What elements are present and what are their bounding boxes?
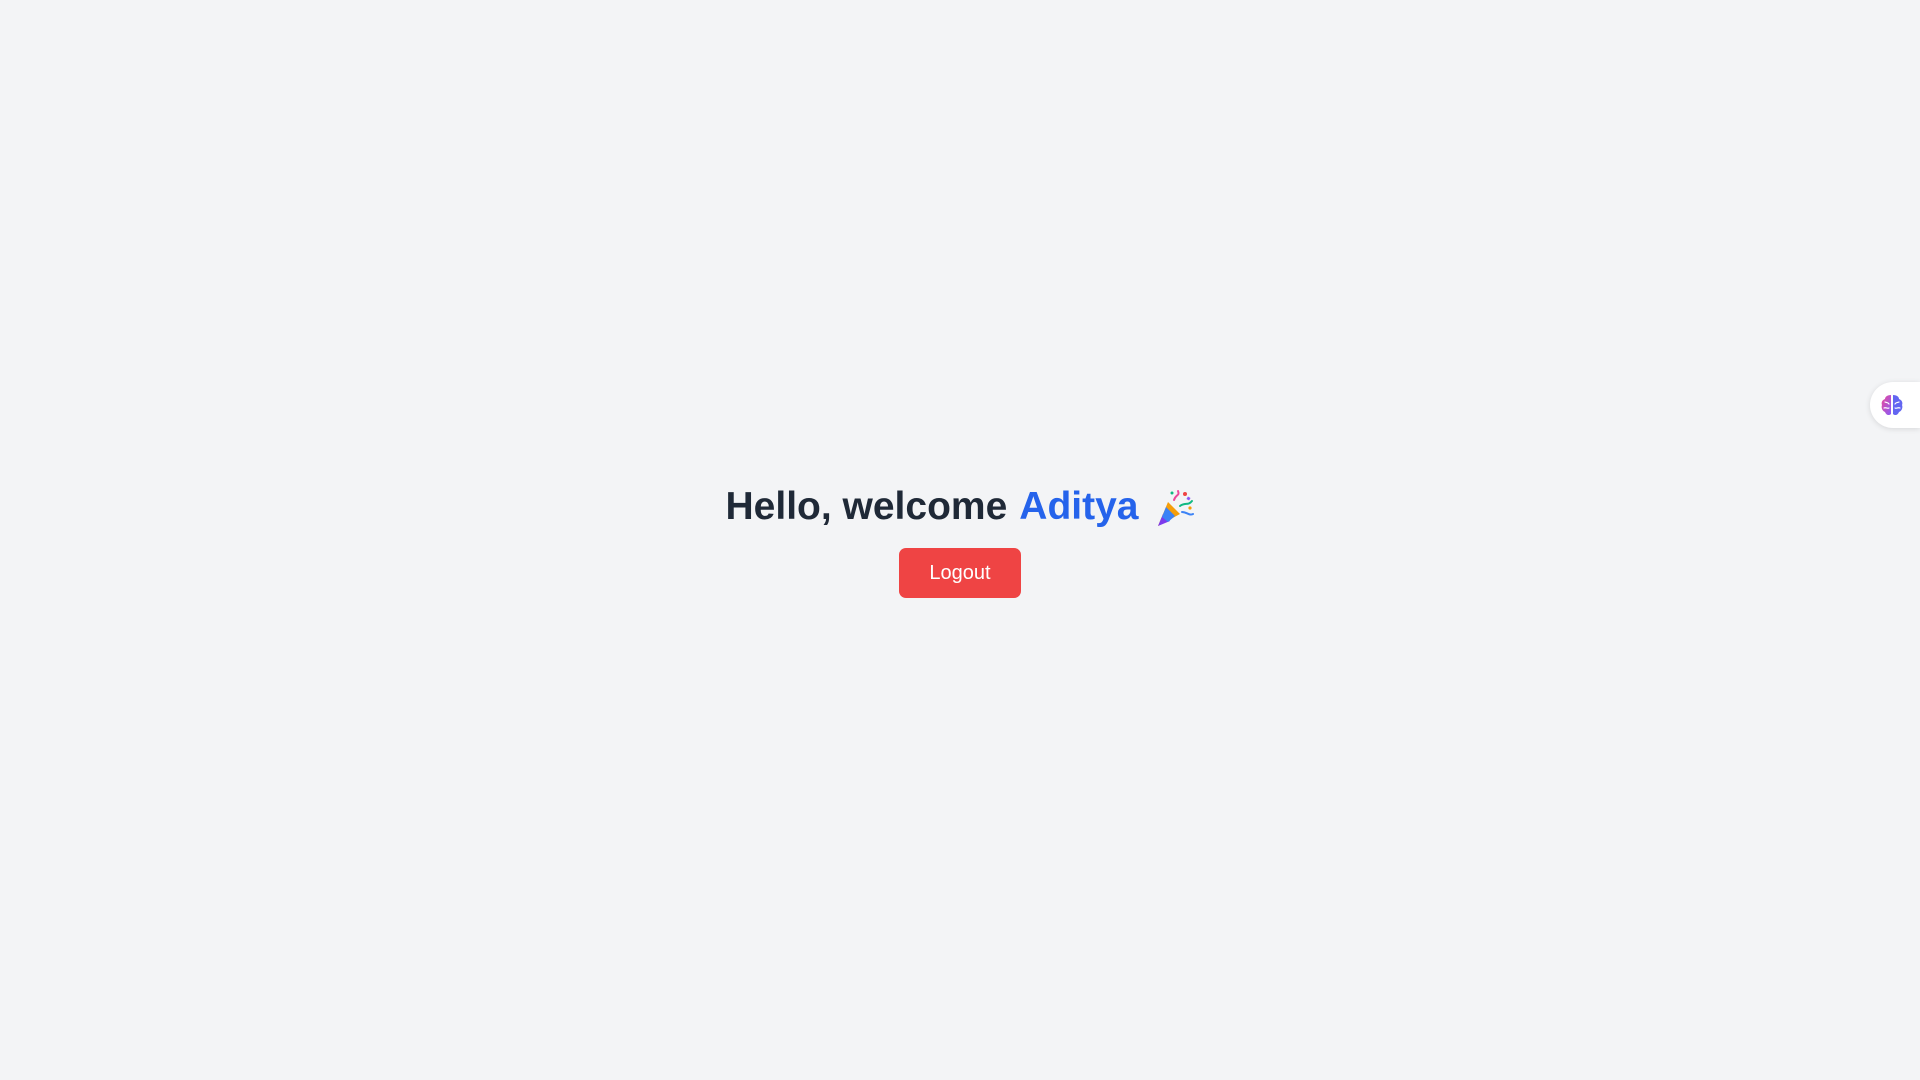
logout-button[interactable]: Logout: [899, 548, 1021, 598]
page: Hello, welcome Aditya Logout: [0, 0, 1920, 1080]
side-widget-button[interactable]: [1870, 382, 1920, 428]
welcome-prefix: Hello, welcome: [725, 485, 1008, 528]
welcome-panel: Hello, welcome Aditya Logout: [0, 478, 1920, 598]
user-name: Aditya: [1019, 485, 1139, 528]
welcome-heading: Hello, welcome Aditya: [726, 478, 1195, 536]
party-popper-icon: [1154, 487, 1195, 527]
brain-icon: [1879, 392, 1905, 418]
